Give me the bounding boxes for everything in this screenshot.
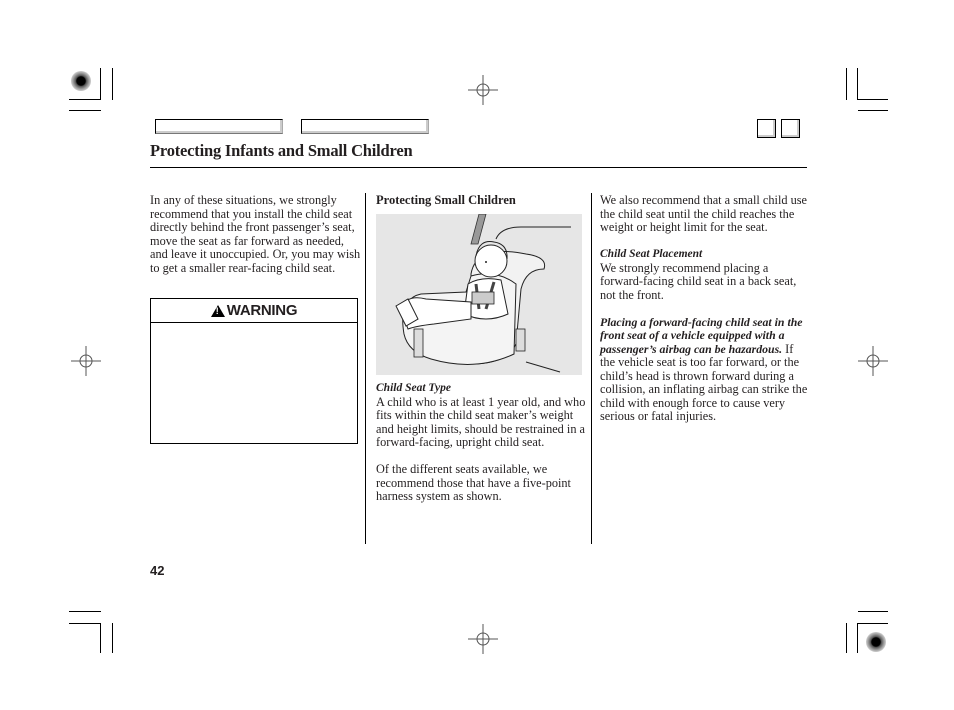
crop-mark [100, 68, 101, 100]
column-1: In any of these situations, we strongly … [150, 193, 362, 275]
column-divider [591, 193, 592, 544]
warning-triangle-icon [210, 304, 225, 317]
child-seat-type-paragraph: A child who is at least 1 year old, and … [376, 394, 586, 449]
previous-page-button[interactable] [757, 119, 776, 138]
title-rule [150, 167, 807, 168]
crop-mark [846, 623, 847, 653]
registration-star-mark-bottom-right [866, 632, 886, 652]
child-seat-placement-subheading: Child Seat Placement [600, 248, 703, 260]
intro-paragraph: In any of these situations, we strongly … [150, 193, 361, 275]
crop-mark [112, 68, 113, 100]
harness-paragraph: Of the different seats available, we rec… [376, 462, 571, 503]
child-seat-illustration [376, 213, 582, 375]
section-heading: Protecting Small Children [376, 193, 516, 207]
crop-mark [858, 110, 888, 111]
page-number: 42 [150, 563, 165, 578]
placement-paragraph: We strongly recommend placing a forward-… [600, 260, 797, 302]
registration-crosshair-icon [468, 75, 498, 105]
warning-box: WARNING [150, 298, 358, 444]
column-divider [365, 193, 366, 544]
column-2-text: Child Seat Type A child who is at least … [376, 382, 586, 504]
crop-mark [69, 110, 101, 111]
registration-crosshair-icon [468, 624, 498, 654]
crop-mark [857, 99, 888, 100]
child-in-seat-drawing [395, 213, 571, 373]
nav-button-main-menu[interactable] [155, 119, 283, 134]
child-seat-type-subheading: Child Seat Type [376, 382, 451, 394]
crop-mark [857, 68, 858, 100]
registration-crosshair-icon [71, 346, 101, 376]
airbag-warning-bold: Placing a forward-facing child seat in t… [600, 314, 803, 356]
crop-mark [846, 68, 847, 100]
airbag-warning-paragraph: Placing a forward-facing child seat in t… [600, 314, 810, 424]
crop-mark [112, 623, 113, 653]
nav-button-table-of-contents[interactable] [301, 119, 429, 134]
column-3-text: We also recommend that a small child use… [600, 193, 810, 424]
crop-mark [100, 623, 101, 653]
crop-mark [69, 623, 101, 624]
crop-mark [69, 99, 101, 100]
crop-mark [857, 623, 888, 624]
registration-crosshair-icon [858, 346, 888, 376]
weight-limit-paragraph: We also recommend that a small child use… [600, 193, 807, 234]
warning-header: WARNING [151, 299, 357, 323]
crop-mark [69, 611, 101, 612]
registration-star-mark-top-left [71, 71, 91, 91]
crop-mark [857, 623, 858, 653]
next-page-button[interactable] [781, 119, 800, 138]
crop-mark [858, 611, 888, 612]
page-title: Protecting Infants and Small Children [150, 141, 413, 160]
warning-label: WARNING [226, 302, 298, 319]
